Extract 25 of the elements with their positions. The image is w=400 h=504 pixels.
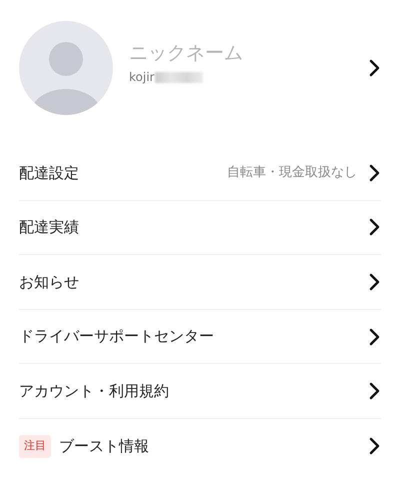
chevron-right-icon — [369, 328, 381, 346]
blur-mark — [155, 72, 204, 83]
menu-item[interactable]: 注目 ブースト情報 — [19, 418, 381, 474]
menu-item[interactable]: 配達設定 自転車・現金取扱なし — [19, 146, 381, 201]
menu-label: ブースト情報 — [59, 436, 150, 458]
chevron-right-icon — [369, 272, 381, 291]
chevron-right-icon — [369, 164, 381, 182]
username: kojir — [129, 69, 154, 86]
profile-row[interactable]: ニックネーム kojir — [0, 0, 400, 122]
chevron-right-icon — [369, 218, 381, 236]
menu-label: 配達設定 — [19, 162, 80, 184]
nickname: ニックネーム — [129, 42, 244, 64]
menu-label: お知らせ — [19, 272, 80, 293]
menu-item[interactable]: お知らせ — [19, 255, 381, 310]
chevron-right-icon — [369, 59, 381, 77]
menu-value: 自転車・現金取扱なし — [227, 164, 357, 182]
chevron-right-icon — [369, 437, 381, 456]
menu-label: ドライバーサポートセンター — [19, 326, 215, 348]
menu-item[interactable]: アカウント・利用規約 — [19, 364, 381, 419]
menu-item[interactable]: ドライバーサポートセンター — [19, 310, 381, 364]
chevron-right-icon — [369, 382, 381, 400]
featured-tag: 注目 — [19, 435, 51, 458]
menu-label: アカウント・利用規約 — [19, 380, 170, 402]
menu-item[interactable]: 配達実績 — [19, 200, 381, 256]
menu-label: 配達実績 — [19, 217, 80, 238]
